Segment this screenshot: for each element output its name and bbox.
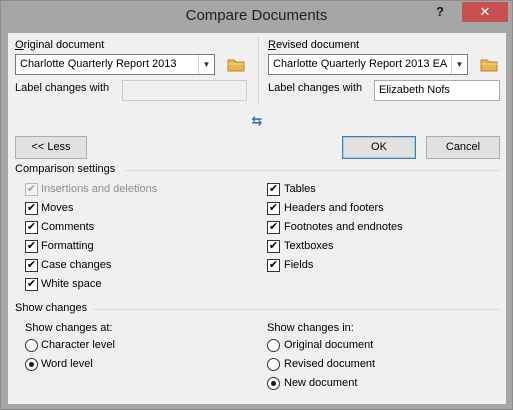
checkbox-footnotes-endnotes[interactable]: ✔ bbox=[267, 221, 280, 234]
radio-word-level[interactable] bbox=[25, 358, 38, 371]
less-button[interactable]: << Less bbox=[15, 136, 87, 159]
checkbox-label: Comments bbox=[41, 221, 95, 233]
checkbox-label: Tables bbox=[284, 183, 316, 195]
dialog-body: Original document Charlotte Quarterly Re… bbox=[8, 33, 506, 404]
radio-label: Original document bbox=[284, 339, 374, 351]
checkbox-label: Headers and footers bbox=[284, 202, 384, 214]
radio-label: Revised document bbox=[284, 358, 376, 370]
original-document-value: Charlotte Quarterly Report 2013 bbox=[20, 58, 177, 70]
divider bbox=[258, 37, 259, 105]
show-changes-at-heading: Show changes at: bbox=[25, 322, 113, 334]
swap-documents-icon[interactable]: ⇆ bbox=[250, 114, 264, 128]
cancel-button[interactable]: Cancel bbox=[426, 136, 500, 159]
ok-button[interactable]: OK bbox=[342, 136, 416, 159]
checkbox-label: White space bbox=[41, 278, 102, 290]
radio-label: Character level bbox=[41, 339, 115, 351]
radio-label: Word level bbox=[41, 358, 93, 370]
checkbox-label: Formatting bbox=[41, 240, 94, 252]
checkbox-case-changes[interactable]: ✔ bbox=[25, 259, 38, 272]
title-bar[interactable]: Compare Documents ? ✕ bbox=[1, 1, 512, 33]
revised-document-value: Charlotte Quarterly Report 2013 EA bbox=[273, 58, 448, 70]
show-changes-in-heading: Show changes in: bbox=[267, 322, 354, 334]
revised-label-changes-text: Label changes with bbox=[268, 82, 363, 94]
checkbox-insertions-deletions[interactable]: ✔ bbox=[25, 183, 38, 196]
chevron-down-icon[interactable]: ▼ bbox=[198, 55, 214, 74]
close-button[interactable]: ✕ bbox=[462, 2, 508, 22]
checkbox-label: Moves bbox=[41, 202, 74, 214]
checkbox-white-space[interactable]: ✔ bbox=[25, 278, 38, 291]
compare-documents-dialog: Compare Documents ? ✕ Original document … bbox=[0, 0, 513, 410]
checkbox-comments[interactable]: ✔ bbox=[25, 221, 38, 234]
checkbox-label: Footnotes and endnotes bbox=[284, 221, 403, 233]
revised-document-combo[interactable]: Charlotte Quarterly Report 2013 EA ▼ bbox=[268, 54, 468, 75]
radio-new-document[interactable] bbox=[267, 377, 280, 390]
radio-character-level[interactable] bbox=[25, 339, 38, 352]
checkbox-label: Case changes bbox=[41, 259, 112, 271]
folder-icon[interactable] bbox=[227, 58, 245, 72]
section-divider bbox=[125, 170, 500, 171]
original-label-field[interactable] bbox=[122, 80, 247, 101]
checkbox-label: Textboxes bbox=[284, 240, 334, 252]
section-divider bbox=[93, 309, 500, 310]
checkbox-label: Insertions and deletions bbox=[41, 183, 158, 195]
revised-label-field[interactable]: Elizabeth Nofs bbox=[374, 80, 500, 101]
comparison-settings-heading: Comparison settings bbox=[15, 163, 116, 175]
folder-icon[interactable] bbox=[480, 58, 498, 72]
checkbox-fields[interactable]: ✔ bbox=[267, 259, 280, 272]
radio-original-document[interactable] bbox=[267, 339, 280, 352]
checkbox-tables[interactable]: ✔ bbox=[267, 183, 280, 196]
checkbox-formatting[interactable]: ✔ bbox=[25, 240, 38, 253]
radio-revised-document[interactable] bbox=[267, 358, 280, 371]
checkbox-headers-footers[interactable]: ✔ bbox=[267, 202, 280, 215]
original-label-changes-text: Label changes with bbox=[15, 82, 110, 94]
radio-label: New document bbox=[284, 377, 358, 389]
chevron-down-icon[interactable]: ▼ bbox=[451, 55, 467, 74]
help-button[interactable]: ? bbox=[431, 3, 449, 21]
checkbox-moves[interactable]: ✔ bbox=[25, 202, 38, 215]
show-changes-heading: Show changes bbox=[15, 302, 88, 314]
checkbox-textboxes[interactable]: ✔ bbox=[267, 240, 280, 253]
original-document-heading: Original document bbox=[15, 39, 105, 51]
original-document-combo[interactable]: Charlotte Quarterly Report 2013 ▼ bbox=[15, 54, 215, 75]
checkbox-label: Fields bbox=[284, 259, 314, 271]
revised-document-heading: Revised document bbox=[268, 39, 360, 51]
